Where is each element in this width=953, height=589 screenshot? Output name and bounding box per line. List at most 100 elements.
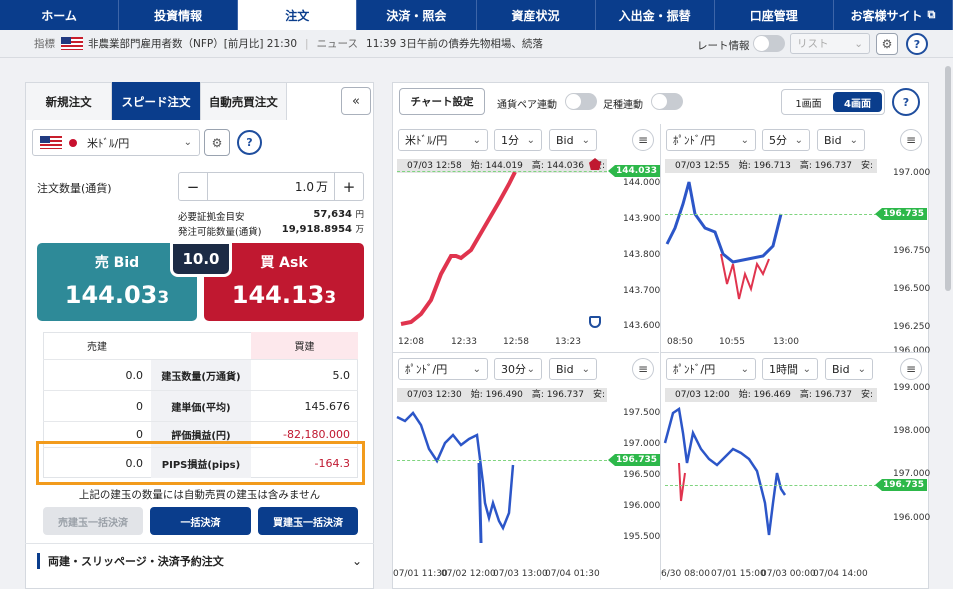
qty-plus-button[interactable]: + (334, 173, 363, 200)
view-4-button[interactable]: 4画面 (833, 92, 882, 112)
page-scrollbar[interactable] (942, 58, 953, 589)
chart-settings-button[interactable]: チャート設定 (399, 88, 485, 115)
settle-sell-all-button[interactable]: 売建玉一括決済 (43, 507, 143, 535)
chart-1-candles (400, 171, 517, 326)
order-settings-gear-icon[interactable]: ⚙ (204, 129, 230, 156)
qty-label: 注文数量(通貨) (37, 182, 112, 195)
chevron-down-icon: ⌄ (351, 553, 362, 568)
ask-price: 144.133 (204, 281, 364, 309)
chart-1-current-tag: 144.033 (608, 165, 660, 177)
rate-info-toggle[interactable] (753, 35, 785, 52)
spread-value: 10.0 (182, 250, 220, 268)
chart-2-current-tag: 196.735 (875, 208, 927, 220)
chart-4-current-tag: 196.735 (875, 479, 927, 491)
chart-2-xtick: 08:50 (667, 337, 693, 347)
info-bar: 指標 非農業部門雇用者数（NFP）[前月比] 21:30 | ニュース 11:3… (0, 30, 953, 58)
pair-label: 米ﾄﾞﾙ/円 (87, 136, 130, 150)
chart-4-ytick: 197.000 (893, 469, 931, 479)
chart-1-shield-icon[interactable] (589, 316, 601, 328)
pair-link-label: 通貨ペア連動 (497, 100, 557, 111)
chart-3-xtick: 07/01 11:30 (393, 569, 448, 579)
jp-flag-icon (67, 136, 79, 149)
chart-4-price-line (678, 462, 686, 502)
help-icon[interactable]: ? (906, 33, 928, 55)
chart-2-ytick: 197.000 (893, 168, 931, 178)
nav-investment-info[interactable]: 投資情報 (119, 0, 239, 30)
gear-icon[interactable]: ⚙ (876, 33, 898, 55)
accordion-marker (37, 552, 40, 569)
scrollbar-thumb[interactable] (945, 66, 951, 291)
settle-buy-all-button[interactable]: 買建玉一括決済 (258, 507, 358, 535)
nav-order[interactable]: 注文 (238, 0, 358, 30)
chart-3: ﾎﾟﾝﾄﾞ/円 ⌄ 30分 ⌄ Bid ⌄ ≡ 07/03 12:30 始: 196.… (393, 352, 661, 580)
table-header: 売建 買建 (43, 332, 358, 360)
pair-select[interactable]: 米ﾄﾞﾙ/円 ⌄ (32, 129, 200, 156)
charts-help-icon[interactable]: ? (892, 88, 920, 116)
nav-assets[interactable]: 資産状況 (477, 0, 596, 30)
chart-2-ytick: 196.750 (893, 246, 931, 256)
chart-4-xtick: 6/30 08:00 (661, 569, 711, 579)
chart-3-ytick: 197.500 (623, 408, 661, 418)
nav-customer-site[interactable]: お客様サイト ⧉ (834, 0, 953, 30)
margin-label: 必要証拠金目安 (178, 212, 245, 223)
chart-4-candles (663, 406, 787, 536)
table-row: 0.0 建玉数量(万通貨) 5.0 (43, 360, 358, 391)
options-accordion[interactable]: 両建・スリッページ・決済予約注文 ⌄ (25, 543, 374, 577)
order-tabs: 新規注文 スピード注文 自動売買注文 (25, 82, 287, 120)
us-flag-icon (61, 37, 83, 50)
pair-link-toggle[interactable] (565, 93, 597, 110)
nav-account[interactable]: 口座管理 (715, 0, 834, 30)
ask-price-main: 144.13 (231, 281, 325, 309)
bid-price-main: 144.03 (64, 281, 158, 309)
sell-header: 売建 (87, 342, 107, 353)
chart-4-ytick: 196.000 (893, 513, 931, 523)
chart-1-ytick: 143.600 (623, 321, 661, 331)
chart-4-xtick: 07/04 14:00 (813, 569, 868, 579)
chart-3-price-line (396, 411, 515, 531)
tab-new-order[interactable]: 新規注文 (25, 82, 113, 120)
chart-3-current-tag: 196.735 (608, 454, 660, 466)
pips-highlight (36, 441, 365, 485)
chart-3-ytick: 195.500 (623, 532, 661, 542)
qty-minus-button[interactable]: − (179, 173, 208, 200)
news-text[interactable]: 11:39 3日午前の債券先物相場、続落 (366, 36, 543, 51)
available-value: 19,918.8954 万 (270, 223, 364, 235)
chart-3-current-line (397, 460, 607, 461)
settle-all-button[interactable]: 一括決済 (150, 507, 251, 535)
nav-home[interactable]: ホーム (0, 0, 120, 30)
list-select-label: リスト (797, 38, 829, 50)
ask-price-small: 3 (324, 288, 337, 308)
chart-1-current-line (397, 171, 607, 172)
news-label: ニュース (316, 38, 359, 50)
collapse-button[interactable]: « (341, 87, 371, 115)
chart-3-ytick: 196.000 (623, 501, 661, 511)
chart-3-xtick: 07/03 13:00 (493, 569, 548, 579)
margin-number: 57,634 (313, 209, 352, 220)
chart-4: ﾎﾟﾝﾄﾞ/円 ⌄ 1時間 ⌄ Bid ⌄ ≡ 07/03 12:00 始: 196.… (660, 352, 931, 580)
chart-1-xtick: 12:33 (451, 337, 477, 347)
chart-4-ytick: 198.000 (893, 426, 931, 436)
qty-input[interactable]: 1.0 万 (208, 173, 334, 200)
chart-1-ytick: 143.900 (623, 214, 661, 224)
list-select[interactable]: リスト ⌄ (790, 33, 870, 54)
qty-stepper: − 1.0 万 + (178, 172, 364, 201)
tab-auto-order[interactable]: 自動売買注文 (199, 82, 287, 120)
chart-1-xtick: 12:58 (503, 337, 529, 347)
chevron-down-icon: ⌄ (854, 37, 863, 50)
sell-qty: 0.0 (125, 368, 144, 382)
chart-4-xtick: 07/01 15:00 (711, 569, 766, 579)
chart-1-price-line (400, 171, 517, 326)
qty-value: 1.0 (294, 179, 314, 194)
view-1-button[interactable]: 1画面 (784, 92, 833, 112)
indicator-text[interactable]: 非農業部門雇用者数（NFP）[前月比] 21:30 (88, 36, 297, 51)
nav-settlement[interactable]: 決済・照会 (357, 0, 477, 30)
tab-speed-order[interactable]: スピード注文 (112, 82, 200, 120)
row-label: 建単価(平均) (151, 391, 251, 421)
nav-deposit-transfer[interactable]: 入出金・振替 (596, 0, 715, 30)
buy-header: 買建 (251, 332, 358, 359)
type-link-toggle[interactable] (651, 93, 683, 110)
chart-2-xtick: 13:00 (773, 337, 799, 347)
order-help-icon[interactable]: ? (237, 130, 262, 155)
available-number: 19,918.8954 (281, 224, 352, 235)
sell-avg-price: 0 (136, 399, 143, 413)
